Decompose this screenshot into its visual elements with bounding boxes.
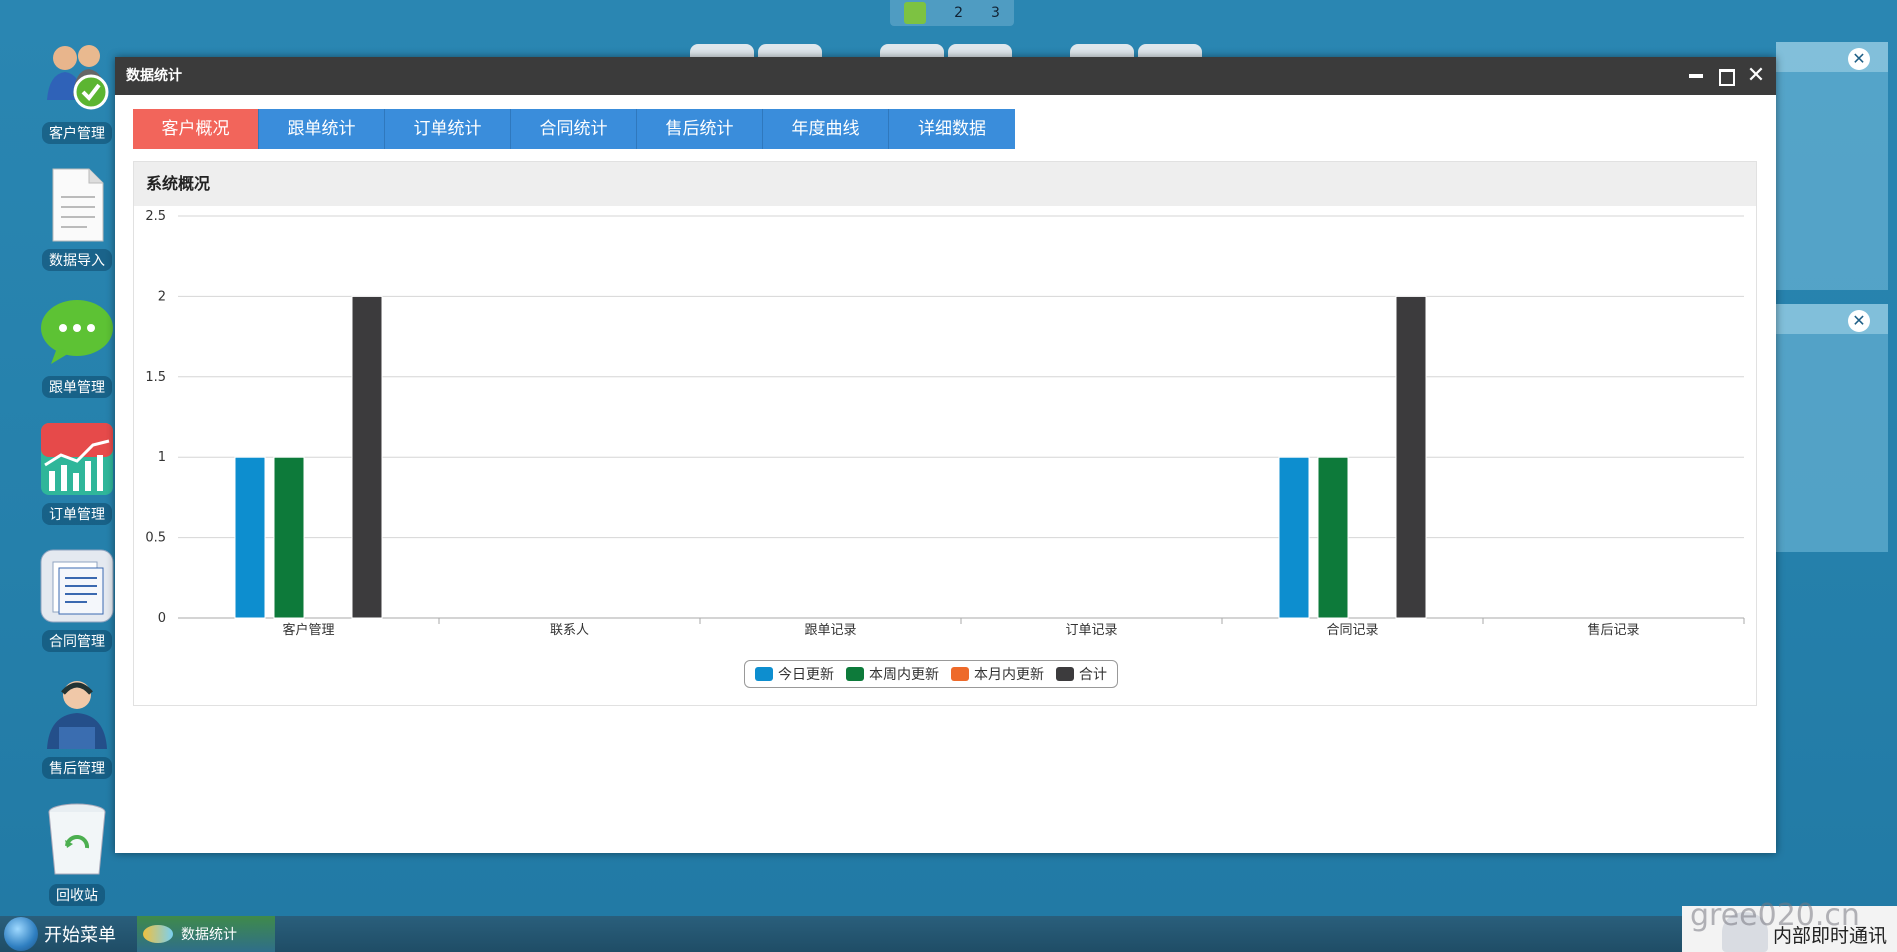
support-agent-icon	[39, 675, 115, 751]
x-tick-label: 跟单记录	[804, 623, 856, 638]
window-title: 数据统计	[126, 68, 182, 84]
taskbar-item-stats[interactable]: 数据统计	[137, 916, 275, 952]
desktop-pager: 2 3	[890, 0, 1014, 26]
desktop-icon-label: 客户管理	[42, 122, 112, 144]
desktop-icon-label: 数据导入	[42, 249, 112, 271]
desktop-icon-contract[interactable]: 合同管理	[36, 548, 118, 666]
recycle-bin-icon	[39, 802, 115, 878]
overview-panel: 系统概况 0 0.5 1 1.5 2 2.5 客户管理 联系人 跟单记录 订单记录 合同记录 售后记录…	[133, 161, 1757, 706]
panel-title: 系统概况	[134, 162, 1756, 206]
legend-swatch	[755, 667, 773, 681]
x-tick-label: 联系人	[550, 623, 589, 638]
legend-label: 本月内更新	[974, 667, 1044, 683]
window-titlebar[interactable]: 数据统计 ✕	[115, 57, 1776, 95]
legend-swatch	[951, 667, 969, 681]
tab-after-sales-stats[interactable]: 售后统计	[637, 109, 763, 149]
legend-item[interactable]: 今日更新	[755, 664, 834, 684]
chat-bubble-icon	[39, 294, 115, 370]
x-tick-label: 订单记录	[1065, 623, 1117, 638]
desktop-icon-data-import[interactable]: 数据导入	[36, 167, 118, 285]
y-tick-label: 1.5	[145, 370, 166, 385]
legend-swatch	[1056, 667, 1074, 681]
start-menu-button[interactable]: 开始菜单	[0, 916, 130, 952]
x-tick-label: 合同记录	[1326, 623, 1378, 638]
bar	[273, 456, 305, 619]
legend-item[interactable]: 合计	[1056, 664, 1107, 684]
y-tick-label: 1	[158, 450, 166, 465]
y-tick-label: 0	[158, 611, 166, 626]
legend-label: 今日更新	[778, 667, 834, 683]
stats-tabs: 客户概况 跟单统计 订单统计 合同统计 售后统计 年度曲线 详细数据	[133, 109, 1015, 149]
legend-item[interactable]: 本周内更新	[846, 664, 939, 684]
bar	[1317, 456, 1349, 619]
desktop-icon-label: 合同管理	[42, 630, 112, 652]
desktop-icon-follow-up[interactable]: 跟单管理	[36, 294, 118, 412]
minimize-icon[interactable]	[1686, 66, 1706, 86]
legend-item[interactable]: 本月内更新	[951, 664, 1044, 684]
tab-annual-curve[interactable]: 年度曲线	[763, 109, 889, 149]
desktop-icon-order[interactable]: 订单管理	[36, 421, 118, 539]
x-tick-label: 客户管理	[282, 622, 334, 638]
legend-label: 合计	[1079, 667, 1107, 683]
users-check-icon	[39, 40, 115, 116]
windows-orb-icon	[4, 917, 38, 951]
taskbar: 开始菜单 数据统计	[0, 916, 1897, 952]
legend-label: 本周内更新	[869, 667, 939, 683]
x-tick-label: 售后记录	[1587, 622, 1639, 638]
taskbar-item-label: 数据统计	[181, 927, 237, 943]
page-3-button[interactable]: 3	[991, 5, 1000, 21]
bar	[351, 295, 383, 619]
close-icon[interactable]: ✕	[1848, 310, 1870, 332]
trend-chart-icon	[39, 421, 115, 497]
side-panel-2: ✕	[1776, 304, 1888, 552]
bar	[1278, 456, 1310, 619]
bar-chart: 0 0.5 1 1.5 2 2.5 客户管理 联系人 跟单记录 订单记录 合同记录 售后记录 今日更新…	[134, 206, 1758, 706]
desktop-icon-label: 订单管理	[42, 503, 112, 525]
watermark: gree020.cn	[1690, 898, 1860, 933]
contract-doc-icon	[39, 548, 115, 624]
tab-order-stats[interactable]: 订单统计	[385, 109, 511, 149]
tab-customer-overview[interactable]: 客户概况	[133, 109, 259, 149]
stats-app-icon	[143, 925, 173, 943]
bar	[234, 456, 266, 619]
close-icon[interactable]: ✕	[1746, 65, 1766, 87]
chart-svg: 0 0.5 1 1.5 2 2.5 客户管理 联系人 跟单记录 订单记录 合同记录 售后记录	[145, 209, 1745, 638]
page-2-button[interactable]: 2	[954, 5, 963, 21]
document-icon	[39, 167, 115, 243]
y-tick-label: 2	[158, 289, 166, 304]
start-label: 开始菜单	[44, 925, 116, 946]
legend-swatch	[846, 667, 864, 681]
y-tick-label: 0.5	[145, 531, 166, 546]
page-1-button[interactable]	[904, 2, 927, 24]
y-tick-label: 2.5	[145, 209, 166, 224]
tab-detailed-data[interactable]: 详细数据	[889, 109, 1015, 149]
bar	[1395, 295, 1427, 619]
chart-legend: 今日更新 本周内更新 本月内更新 合计	[744, 660, 1118, 688]
desktop-icon-label: 售后管理	[42, 757, 112, 779]
desktop-icon-label: 跟单管理	[42, 376, 112, 398]
desktop-icon-after-sales[interactable]: 售后管理	[36, 675, 118, 793]
stats-window: 数据统计 ✕ 客户概况 跟单统计 订单统计 合同统计 售后统计 年度曲线 详细数…	[115, 57, 1776, 853]
desktop-icon-customer[interactable]: 客户管理	[36, 40, 118, 158]
close-icon[interactable]: ✕	[1848, 48, 1870, 70]
tab-contract-stats[interactable]: 合同统计	[511, 109, 637, 149]
tab-follow-up-stats[interactable]: 跟单统计	[259, 109, 385, 149]
desktop-icon-recycle-bin[interactable]: 回收站	[36, 802, 118, 920]
desktop-icon-label: 回收站	[49, 884, 105, 906]
side-panel-reminder: ✕	[1776, 42, 1888, 290]
maximize-icon[interactable]	[1716, 66, 1736, 86]
